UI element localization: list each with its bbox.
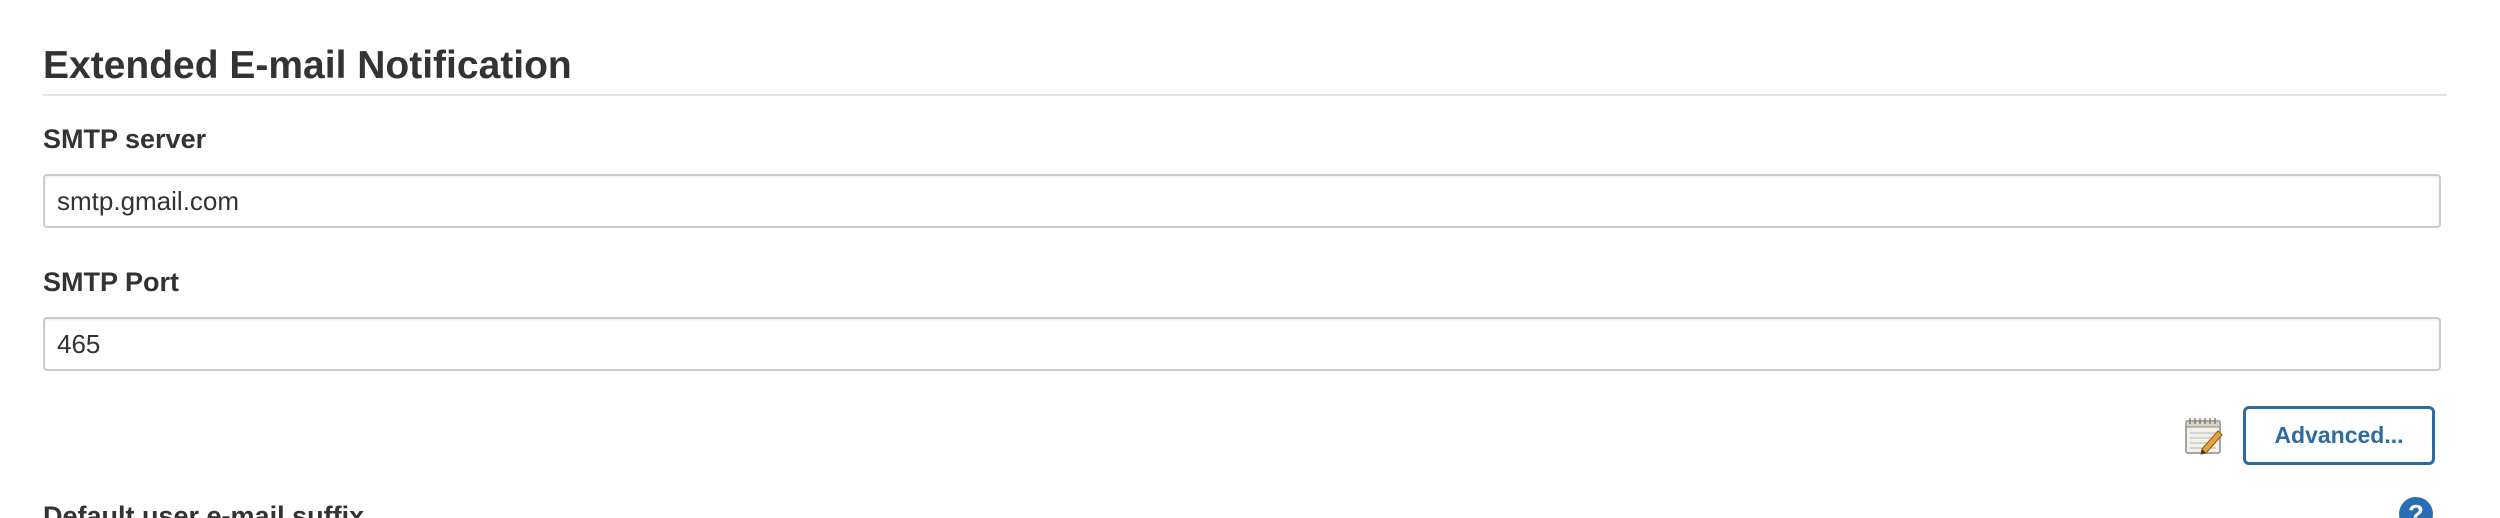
notepad-pencil-icon[interactable] [2184, 415, 2224, 457]
smtp-server-label: SMTP server [43, 124, 207, 154]
smtp-port-label: SMTP Port [43, 267, 180, 297]
smtp-port-input[interactable] [43, 317, 2441, 371]
smtp-server-input[interactable] [43, 174, 2441, 228]
default-user-email-suffix-label: Default user e-mail suffix [43, 501, 365, 518]
advanced-button[interactable]: Advanced... [2243, 406, 2435, 465]
section-title: Extended E-mail Notification [43, 44, 572, 87]
section-divider [43, 94, 2447, 96]
extended-email-notification-section: Extended E-mail Notification SMTP server… [0, 0, 2500, 518]
help-icon[interactable]: ? [2399, 497, 2433, 518]
